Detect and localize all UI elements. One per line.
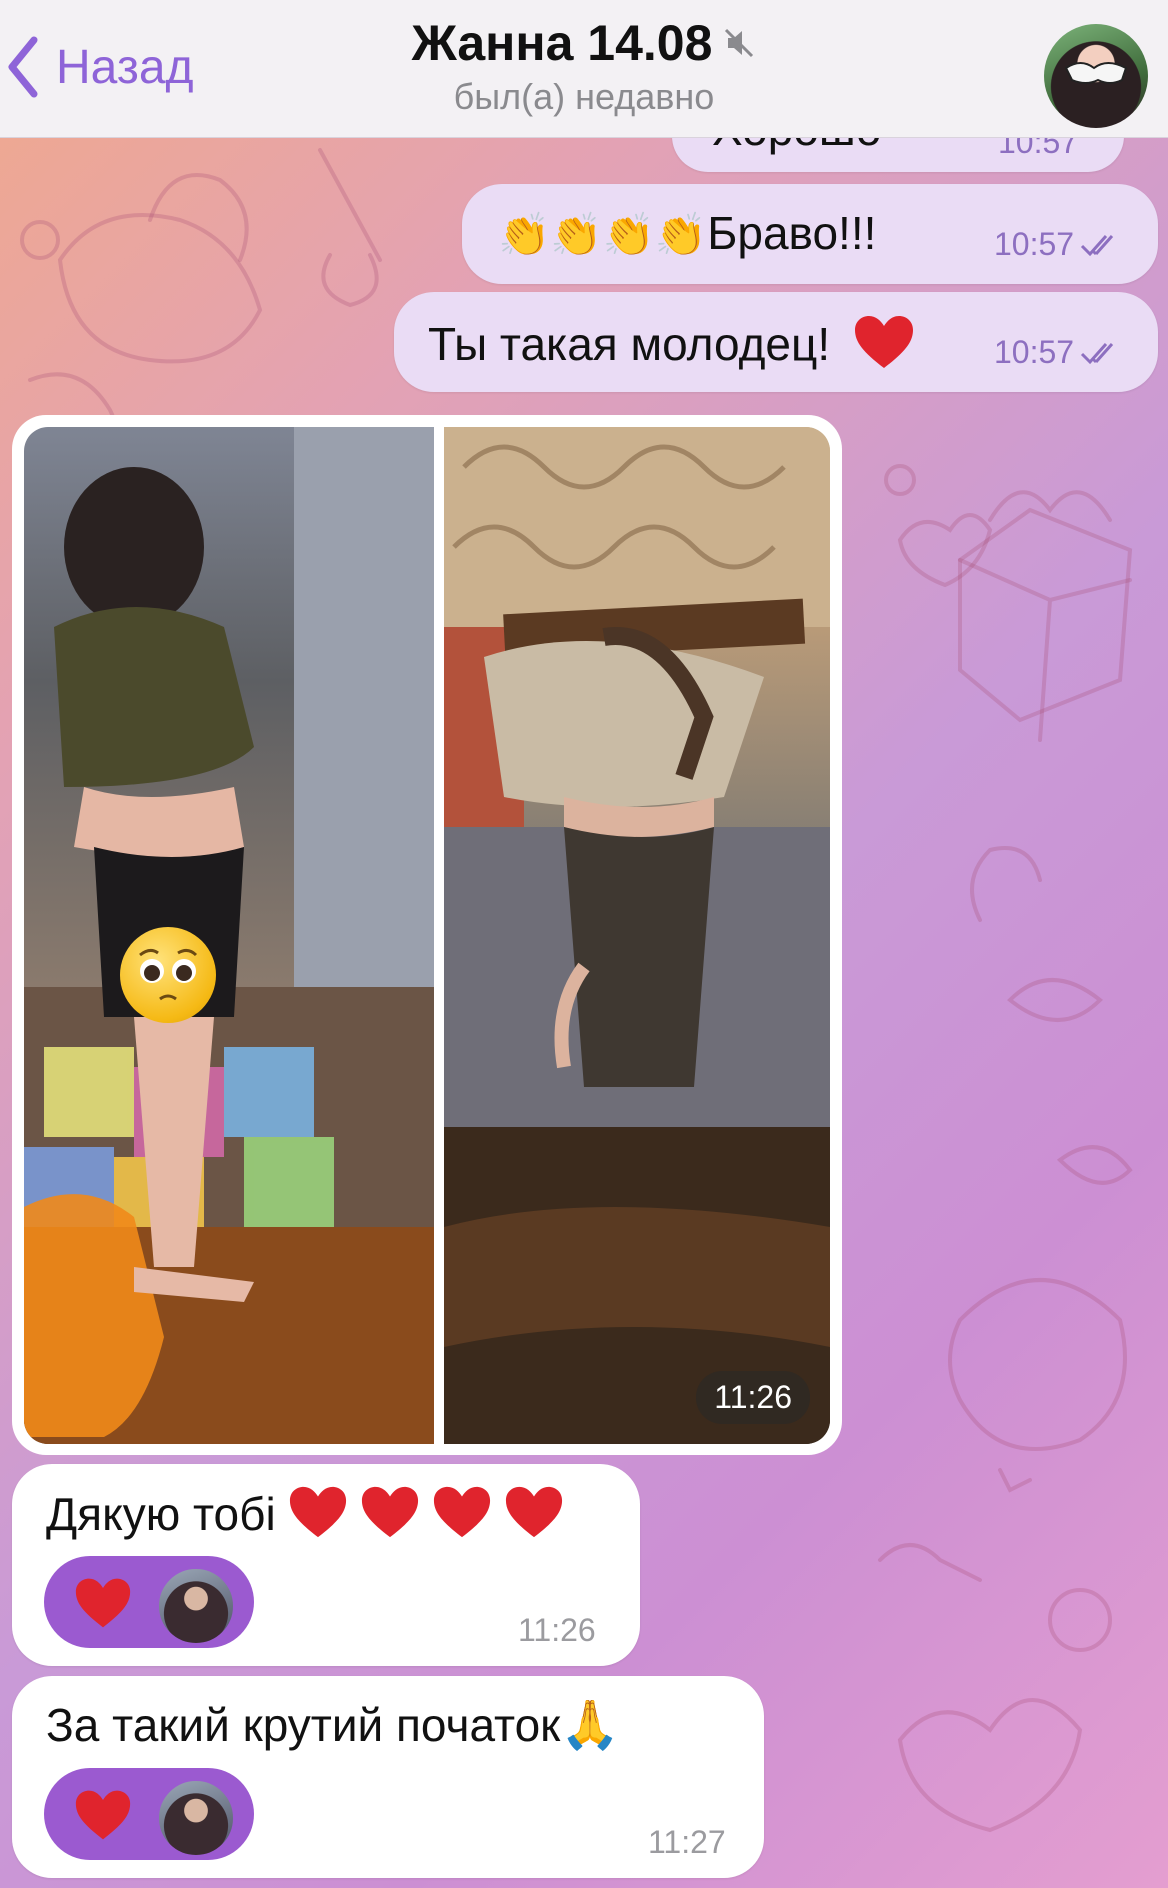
pray-icon: 🙏 [560,1699,621,1752]
heart-icon [75,1578,131,1628]
reaction-heart[interactable] [44,1768,254,1860]
reactor-avatar [156,1566,236,1646]
heart-icon [854,316,913,368]
message-text: Дякую тобі [46,1484,564,1541]
message-meta: 10:57 [994,226,1126,263]
photo-after[interactable]: 11:26 [444,427,830,1444]
double-check-icon [1081,234,1114,256]
heart-icon [75,1790,131,1840]
chat-title: Жанна 14.08 [411,15,713,71]
message-meta: 10:57 [994,334,1126,371]
message-time: 11:26 [518,1612,596,1648]
contact-avatar[interactable] [1044,24,1148,128]
message-bubble-incoming[interactable]: За такий крутий початок🙏 11:27 [12,1676,764,1878]
message-bubble-outgoing[interactable]: Ты такая молодец! 10:57 [394,292,1158,392]
chat-header: Назад Жанна 14.08 был(а) недавно [0,0,1168,138]
message-text: За такий крутий початок🙏 [46,1696,620,1753]
clap-icon: 👏 [550,211,603,258]
message-bubble-outgoing[interactable]: 👏👏👏👏Браво!!! 10:57 [462,184,1158,284]
message-text-content: Ты такая молодец! [428,318,831,370]
reactor-avatar [156,1778,236,1858]
chat-status: был(а) недавно [453,76,715,117]
message-text: Ты такая молодец! [428,314,915,371]
reaction-heart[interactable] [44,1556,254,1648]
photo-time: 11:26 [696,1371,810,1424]
message-text-content: Браво!!! [707,207,877,259]
clap-icon: 👏 [498,211,551,258]
double-check-icon [1081,342,1114,364]
photo-before[interactable] [24,427,434,1444]
message-text-content: Дякую тобі [46,1488,276,1540]
pleading-face-icon [120,927,216,1023]
heart-icon [276,1486,565,1540]
message-time: 11:27 [648,1824,726,1860]
message-text-content: За такий крутий початок [46,1699,561,1751]
photo-message[interactable]: 11:26 [12,415,842,1455]
message-bubble-incoming[interactable]: Дякую тобі 11:26 [12,1464,640,1666]
mute-icon [725,28,754,58]
message-time: 10:57 [994,334,1075,370]
clap-icon: 👏 [602,211,655,258]
message-time: 10:57 [994,226,1075,262]
clap-icon: 👏 [654,211,708,258]
message-text: 👏👏👏👏Браво!!! [498,206,876,260]
chat-title-area[interactable]: Жанна 14.08 был(а) недавно [0,14,1168,118]
